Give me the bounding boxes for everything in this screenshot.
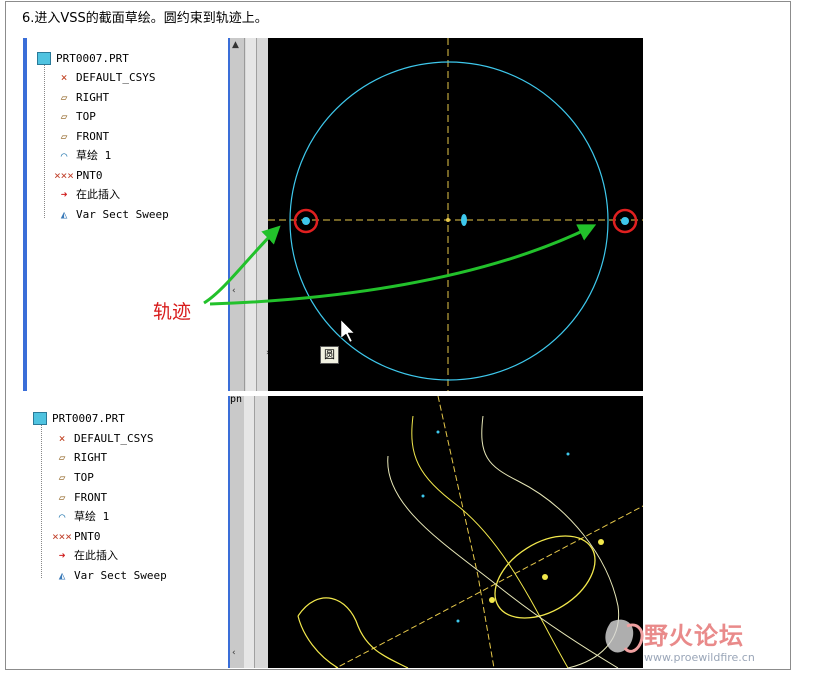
sketch-icon: ⌒ bbox=[58, 509, 66, 523]
tree-item-insert-here[interactable]: ➜ 在此插入 bbox=[55, 185, 120, 203]
tree-item-csys[interactable]: ⨯ DEFAULT_CSYS bbox=[55, 68, 156, 86]
datum-plane-icon: ▱ bbox=[58, 470, 66, 484]
faint-watermark bbox=[520, 331, 580, 353]
trajectory-curve bbox=[411, 415, 569, 668]
trajectory-curve bbox=[297, 597, 409, 668]
screenshot-section-sketch: PRT0007.PRT ⨯ DEFAULT_CSYS ▱ RIGHT ▱ TOP… bbox=[23, 38, 643, 391]
center-point bbox=[461, 214, 467, 226]
graphics-window[interactable] bbox=[268, 38, 643, 391]
vertical-reference-line bbox=[437, 396, 495, 668]
scrollbar-track[interactable] bbox=[246, 38, 257, 391]
tree-item-label: FRONT bbox=[76, 129, 110, 143]
tree-item-label: 草绘 1 bbox=[76, 149, 112, 162]
datum-plane-icon: ▱ bbox=[60, 129, 68, 143]
part-icon bbox=[31, 410, 49, 426]
tree-connector bbox=[44, 58, 45, 218]
panel-splitter[interactable]: ▲ ‹ › bbox=[230, 38, 270, 391]
tree-item-label: FRONT bbox=[74, 490, 108, 504]
datum-point-icon: ××× bbox=[52, 529, 72, 543]
insert-arrow-icon: ➜ bbox=[58, 548, 66, 562]
tree-root-label: PRT0007.PRT bbox=[56, 51, 129, 65]
tree-item-label: 草绘 1 bbox=[74, 510, 110, 523]
tree-connector bbox=[41, 418, 42, 578]
tree-item-label: 在此插入 bbox=[74, 549, 118, 562]
tree-item-sketch[interactable]: ⌒ 草绘 1 bbox=[55, 146, 112, 164]
sweep-feature-icon: ◭ bbox=[60, 207, 68, 221]
tree-item-pnt0[interactable]: ××× PNT0 bbox=[54, 166, 103, 184]
tree-item-label: PNT0 bbox=[74, 529, 101, 543]
sketch-point bbox=[598, 539, 604, 545]
step-instruction: 6.进入VSS的截面草绘。圆约束到轨迹上。 bbox=[22, 11, 268, 26]
datum-point-icon: ××× bbox=[54, 168, 74, 182]
sketch-icon: ⌒ bbox=[60, 148, 68, 162]
watermark-url: www.proewildfire.cn bbox=[644, 651, 755, 664]
inclined-reference-line bbox=[335, 505, 643, 668]
datum-point bbox=[456, 619, 460, 623]
datum-plane-icon: ▱ bbox=[58, 450, 66, 464]
datum-plane-icon: ▱ bbox=[58, 490, 66, 504]
tree-root-label: PRT0007.PRT bbox=[52, 411, 125, 425]
tree-item-label: PNT0 bbox=[76, 168, 103, 182]
csys-icon: ⨯ bbox=[58, 431, 66, 445]
tree-item-label: Var Sect Sweep bbox=[74, 568, 167, 582]
panel-splitter[interactable]: pn ‹ bbox=[230, 396, 245, 668]
tree-item-right[interactable]: ▱ RIGHT bbox=[55, 88, 109, 106]
trajectory-point-right bbox=[621, 217, 629, 225]
tree-item-label: 在此插入 bbox=[76, 188, 120, 201]
trajectory-curve bbox=[297, 615, 339, 668]
model-tree-panel: PRT0007.PRT ⨯ DEFAULT_CSYS ▱ RIGHT ▱ TOP… bbox=[23, 38, 230, 391]
trajectory-point-left bbox=[302, 217, 310, 225]
tree-item-csys[interactable]: ⨯ DEFAULT_CSYS bbox=[53, 429, 154, 447]
tree-item-label: Var Sect Sweep bbox=[76, 207, 169, 221]
tree-item-top[interactable]: ▱ TOP bbox=[55, 107, 96, 125]
annotation-label: 轨迹 bbox=[153, 301, 192, 323]
scrollbar-track[interactable] bbox=[230, 38, 245, 391]
datum-plane-icon: ▱ bbox=[60, 90, 68, 104]
csys-icon: ⨯ bbox=[60, 70, 68, 84]
tree-root[interactable]: PRT0007.PRT bbox=[35, 49, 129, 67]
tree-item-var-sect-sweep[interactable]: ◭ Var Sect Sweep bbox=[53, 566, 167, 584]
tree-item-label: RIGHT bbox=[76, 90, 110, 104]
tree-item-var-sect-sweep[interactable]: ◭ Var Sect Sweep bbox=[55, 205, 169, 223]
origin-point bbox=[446, 218, 450, 222]
tree-item-pnt0[interactable]: ××× PNT0 bbox=[52, 527, 101, 545]
scrollbar-track[interactable] bbox=[230, 396, 245, 668]
tree-item-label: TOP bbox=[74, 470, 94, 484]
scrollbar-track[interactable] bbox=[244, 396, 268, 668]
sweep-canvas[interactable] bbox=[268, 396, 643, 668]
graphics-window[interactable] bbox=[268, 396, 643, 668]
model-tree-panel: PRT0007.PRT ⨯ DEFAULT_CSYS ▱ RIGHT ▱ TOP… bbox=[23, 396, 230, 668]
tree-item-label: DEFAULT_CSYS bbox=[76, 70, 156, 84]
tab-label[interactable]: pn bbox=[230, 396, 242, 405]
scroll-up-arrow-icon[interactable]: ▲ bbox=[232, 40, 239, 50]
sketch-point bbox=[489, 597, 495, 603]
cursor-tooltip: 圆 bbox=[320, 346, 339, 364]
tree-item-label: DEFAULT_CSYS bbox=[74, 431, 154, 445]
scrollbar-track[interactable] bbox=[244, 396, 255, 668]
part-icon bbox=[35, 50, 53, 66]
tree-item-right[interactable]: ▱ RIGHT bbox=[53, 448, 107, 466]
datum-plane-icon: ▱ bbox=[60, 109, 68, 123]
insert-arrow-icon: ➜ bbox=[60, 187, 68, 201]
tree-item-front[interactable]: ▱ FRONT bbox=[55, 127, 109, 145]
tree-item-top[interactable]: ▱ TOP bbox=[53, 468, 94, 486]
sketch-canvas[interactable] bbox=[268, 38, 643, 391]
screenshot-section-result: PRT0007.PRT ⨯ DEFAULT_CSYS ▱ RIGHT ▱ TOP… bbox=[23, 396, 643, 668]
tree-item-front[interactable]: ▱ FRONT bbox=[53, 488, 107, 506]
tree-item-label: RIGHT bbox=[74, 450, 108, 464]
watermark-title: 野火论坛 bbox=[644, 622, 744, 650]
tree-item-label: TOP bbox=[76, 109, 96, 123]
trajectory-curve bbox=[387, 455, 619, 668]
datum-point bbox=[436, 430, 440, 434]
collapse-arrow-icon[interactable]: ‹ bbox=[232, 648, 236, 658]
sketch-point bbox=[542, 574, 548, 580]
datum-point bbox=[566, 452, 570, 456]
tree-root[interactable]: PRT0007.PRT bbox=[31, 409, 125, 427]
tree-item-sketch[interactable]: ⌒ 草绘 1 bbox=[53, 507, 110, 525]
collapse-arrow-icon[interactable]: ‹ bbox=[232, 286, 236, 296]
panel-border bbox=[23, 38, 27, 391]
tree-item-insert-here[interactable]: ➜ 在此插入 bbox=[53, 546, 118, 564]
sweep-feature-icon: ◭ bbox=[58, 568, 66, 582]
datum-point bbox=[421, 494, 425, 498]
